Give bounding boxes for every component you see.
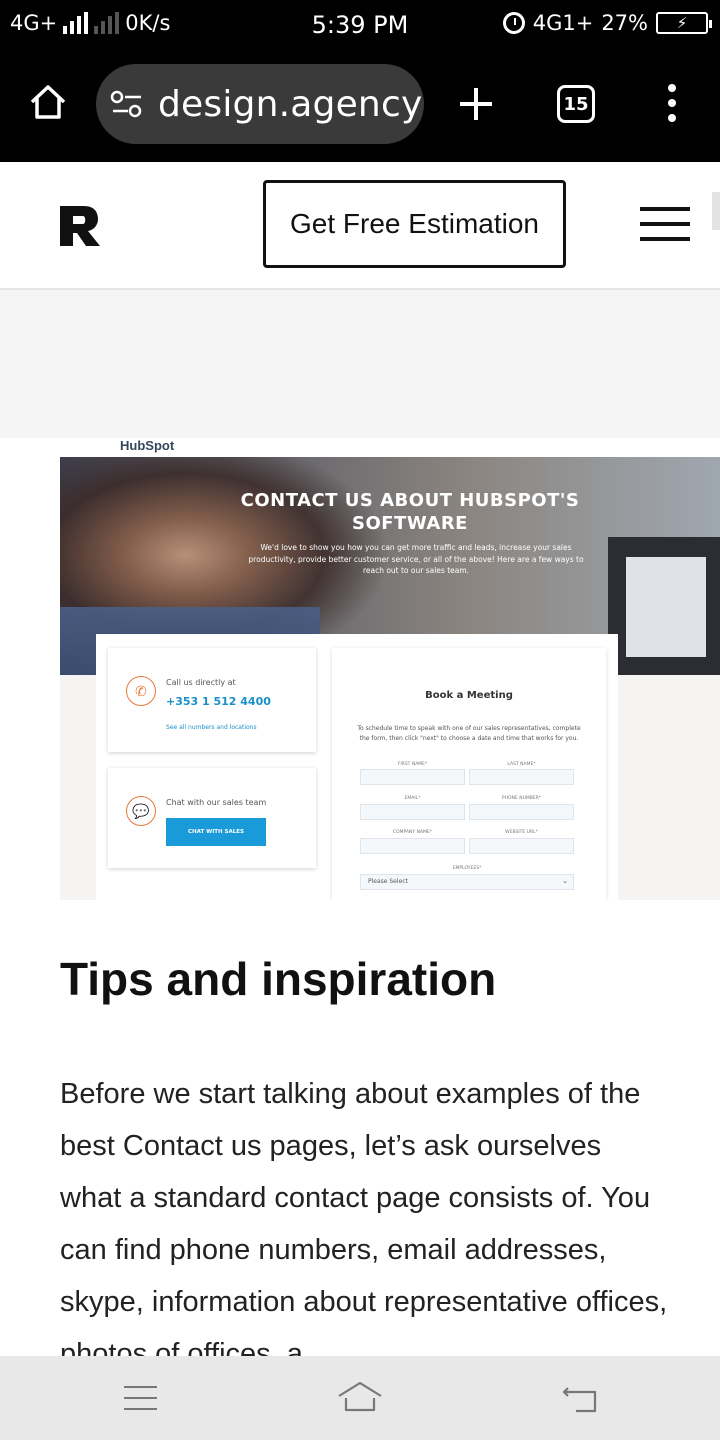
home-icon[interactable] xyxy=(28,82,68,122)
field-label-company: COMPANY NAME* xyxy=(392,830,433,835)
website-field xyxy=(469,838,574,854)
chat-bubbles-icon: 💬 xyxy=(126,796,156,826)
field-label-email: EMAIL* xyxy=(404,796,421,801)
chat-label: Chat with our sales team xyxy=(166,798,267,807)
nav-back-icon[interactable] xyxy=(562,1384,598,1414)
battery-percent: 27% xyxy=(601,11,648,35)
chevron-down-icon: ⌄ xyxy=(562,877,568,885)
last-name-field xyxy=(469,769,574,785)
all-numbers-link: See all numbers and locations xyxy=(166,724,257,731)
chat-card: 💬 Chat with our sales team CHAT WITH SAL… xyxy=(108,768,316,868)
nav-home-icon[interactable] xyxy=(336,1380,384,1414)
field-label-website: WEBSITE URL* xyxy=(505,830,538,835)
battery-charging-icon: ⚡ xyxy=(656,12,712,34)
more-options-icon[interactable] xyxy=(666,84,678,124)
field-label-employees: EMPLOYEES* xyxy=(452,866,482,871)
address-bar[interactable]: design.agency xyxy=(96,64,424,144)
field-label-last-name: LAST NAME* xyxy=(507,762,536,767)
url-text: design.agency xyxy=(158,83,423,125)
status-right: 4G1+ 27% ⚡ xyxy=(502,11,712,35)
hubspot-contact-screenshot: HubSpot CONTACT US ABOUT HUBSPOT'S SOFTW… xyxy=(0,438,720,900)
alarm-icon xyxy=(502,12,525,34)
field-label-first-name: FIRST NAME* xyxy=(397,762,428,767)
employees-select: Please Select ⌄ xyxy=(360,874,574,890)
chat-with-sales-button: CHAT WITH SALES xyxy=(166,818,266,846)
phone-icon: ✆ xyxy=(126,676,156,706)
scrollbar[interactable] xyxy=(712,192,720,230)
recent-apps-icon[interactable] xyxy=(124,1386,157,1412)
hero-subtitle: We'd love to show you how you can get mo… xyxy=(248,543,584,575)
hubspot-logo: HubSpot xyxy=(120,438,175,453)
image-placeholder-band xyxy=(0,290,720,440)
meeting-description: To schedule time to speak with one of ou… xyxy=(357,725,581,742)
hamburger-menu-icon[interactable] xyxy=(640,207,690,241)
network-label-right: 4G1+ xyxy=(532,11,594,35)
site-settings-icon[interactable] xyxy=(110,89,144,119)
meeting-title: Book a Meeting xyxy=(425,690,513,701)
field-label-phone: PHONE NUMBER* xyxy=(501,796,542,801)
book-meeting-card: Book a Meeting To schedule time to speak… xyxy=(332,648,606,900)
hero-title: CONTACT US ABOUT HUBSPOT'S SOFTWARE xyxy=(240,490,580,534)
status-bar: 4G+ 0K/s 5:39 PM 4G1+ 27% ⚡ xyxy=(0,0,720,50)
first-name-field xyxy=(360,769,465,785)
article-title: Tips and inspiration xyxy=(60,953,497,1005)
call-label: Call us directly at xyxy=(166,678,236,687)
call-number: +353 1 512 4400 xyxy=(166,695,271,708)
email-field xyxy=(360,804,465,820)
phone-field xyxy=(469,804,574,820)
employees-select-value: Please Select xyxy=(368,878,408,885)
new-tab-plus-icon[interactable] xyxy=(458,86,494,122)
company-field xyxy=(360,838,465,854)
tab-switcher-icon[interactable]: 15 xyxy=(557,85,595,123)
site-header: Get Free Estimation xyxy=(0,162,720,290)
r-logo-icon[interactable] xyxy=(58,204,102,248)
system-navigation-bar xyxy=(0,1356,720,1440)
hero-monitor xyxy=(608,537,720,675)
article-body: Before we start talking about examples o… xyxy=(60,1078,668,1356)
get-free-estimation-button[interactable]: Get Free Estimation xyxy=(263,180,566,268)
call-card: ✆ Call us directly at +353 1 512 4400 Se… xyxy=(108,648,316,752)
browser-toolbar: design.agency 15 xyxy=(0,50,720,162)
